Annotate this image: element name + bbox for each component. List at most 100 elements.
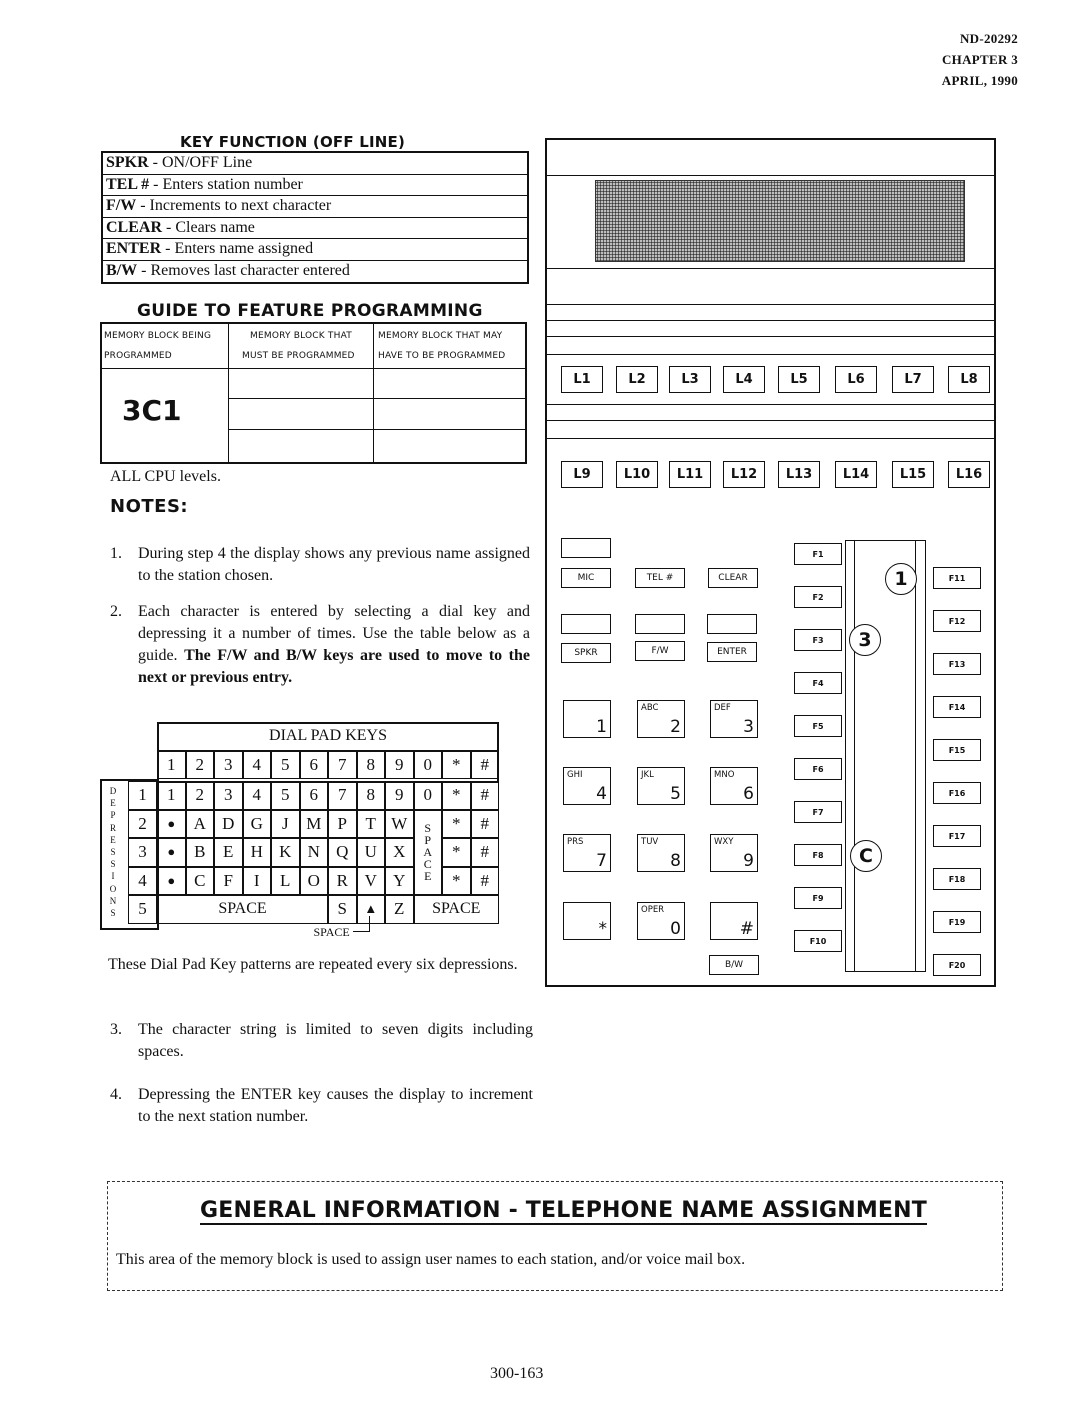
line-key-l4[interactable]: L4 [723, 366, 765, 393]
tel-button[interactable]: TEL # [635, 568, 685, 588]
line-key-l6[interactable]: L6 [835, 366, 877, 393]
line-key-l5[interactable]: L5 [778, 366, 820, 393]
dial-key-letters: PRS [567, 837, 584, 847]
line-key-l16[interactable]: L16 [948, 461, 990, 488]
bw-button[interactable]: B/W [709, 955, 759, 975]
key-function-row: TEL # - Enters station number [103, 175, 527, 197]
function-key-f17[interactable]: F17 [933, 825, 981, 847]
dial-key-letters: WXY [714, 837, 734, 847]
dial-key-header: # [470, 750, 499, 779]
function-key-f1[interactable]: F1 [794, 543, 842, 565]
dial-char-cell: 4 [242, 781, 271, 810]
function-key-f3[interactable]: F3 [794, 629, 842, 651]
dial-key-number: 4 [596, 784, 607, 804]
line-key-l1[interactable]: L1 [561, 366, 603, 393]
enter-button[interactable]: ENTER [707, 642, 757, 662]
spkr-button[interactable]: SPKR [561, 643, 611, 663]
blank-key[interactable] [561, 614, 611, 634]
function-key-f10[interactable]: F10 [794, 930, 842, 952]
function-key-f5[interactable]: F5 [794, 715, 842, 737]
dial-char-cell: E [214, 838, 243, 867]
cpu-levels: ALL CPU levels. [110, 468, 221, 485]
dial-key-8[interactable]: TUV 8 [637, 834, 685, 872]
dial-key-0[interactable]: OPER 0 [637, 902, 685, 940]
function-key-f9[interactable]: F9 [794, 887, 842, 909]
key-description: - Increments to next character [136, 197, 332, 215]
function-key-f4[interactable]: F4 [794, 672, 842, 694]
dial-key-7[interactable]: PRS 7 [563, 834, 611, 872]
guide-col1-line2: PROGRAMMED [104, 351, 172, 361]
function-key-f15[interactable]: F15 [933, 739, 981, 761]
fw-button[interactable]: F/W [635, 641, 685, 661]
dial-key-number: 3 [743, 717, 754, 737]
depression-number: 2 [128, 809, 157, 838]
dial-key-#[interactable]: # [710, 902, 758, 940]
dial-key-header: 7 [328, 750, 357, 779]
line-key-l8[interactable]: L8 [948, 366, 990, 393]
line-key-l9[interactable]: L9 [561, 461, 603, 488]
line-key-l13[interactable]: L13 [778, 461, 820, 488]
function-key-f14[interactable]: F14 [933, 696, 981, 718]
dial-key-header: 4 [242, 750, 271, 779]
note-2: 2. Each character is entered by selectin… [110, 603, 531, 686]
function-key-f8[interactable]: F8 [794, 844, 842, 866]
blank-key[interactable] [561, 538, 611, 558]
dial-char-cell: ● [157, 866, 186, 895]
dial-char-cell: 8 [356, 781, 385, 810]
dial-key-9[interactable]: WXY 9 [710, 834, 758, 872]
note-3: 3. The character string is limited to se… [110, 1021, 533, 1060]
dial-key-3[interactable]: DEF 3 [710, 700, 758, 738]
dial-char-cell: C [185, 866, 214, 895]
clear-button[interactable]: CLEAR [708, 568, 758, 588]
dial-char-cell: 1 [157, 781, 186, 810]
line-key-l3[interactable]: L3 [669, 366, 711, 393]
dial-key-number: 8 [670, 851, 681, 871]
dial-key-header: 5 [271, 750, 300, 779]
general-info-text: This area of the memory block is used to… [116, 1251, 746, 1268]
function-key-f18[interactable]: F18 [933, 868, 981, 890]
function-key-f6[interactable]: F6 [794, 758, 842, 780]
blank-key[interactable] [635, 614, 685, 634]
dial-key-*[interactable]: * [563, 902, 611, 940]
callout-c: C [850, 840, 882, 872]
function-key-f12[interactable]: F12 [933, 610, 981, 632]
key-description: - Clears name [162, 218, 255, 236]
dial-key-letters: MNO [714, 770, 735, 780]
dial-char-cell: W [385, 809, 414, 838]
line-key-l11[interactable]: L11 [669, 461, 711, 488]
line-key-l12[interactable]: L12 [723, 461, 765, 488]
dial-char-cell: F [214, 866, 243, 895]
dial-char-cell: O [299, 866, 328, 895]
function-key-f13[interactable]: F13 [933, 653, 981, 675]
function-key-f19[interactable]: F19 [933, 911, 981, 933]
function-key-f2[interactable]: F2 [794, 586, 842, 608]
dial-char-cell: T [356, 809, 385, 838]
guide-col1-line1: MEMORY BLOCK BEING [104, 331, 212, 341]
line-key-l7[interactable]: L7 [892, 366, 934, 393]
key-function-row: F/W - Increments to next character [103, 196, 527, 218]
guide-col2-line2: MUST BE PROGRAMMED [242, 351, 355, 361]
dial-key-1[interactable]: 1 [563, 700, 611, 738]
line-key-l15[interactable]: L15 [892, 461, 934, 488]
function-key-f7[interactable]: F7 [794, 801, 842, 823]
function-key-f20[interactable]: F20 [933, 954, 981, 976]
dial-key-2[interactable]: ABC 2 [637, 700, 685, 738]
function-key-f16[interactable]: F16 [933, 782, 981, 804]
dial-table-title: DIAL PAD KEYS [157, 722, 499, 751]
function-key-f11[interactable]: F11 [933, 567, 981, 589]
line-key-l10[interactable]: L10 [616, 461, 658, 488]
key-name: TEL # [106, 175, 150, 193]
dial-key-6[interactable]: MNO 6 [710, 767, 758, 805]
dial-char-cell: Q [328, 838, 357, 867]
dial-key-header: 6 [299, 750, 328, 779]
dial-key-4[interactable]: GHI 4 [563, 767, 611, 805]
page-number: 300-163 [490, 1365, 544, 1382]
line-key-l14[interactable]: L14 [835, 461, 877, 488]
dial-key-5[interactable]: JKL 5 [637, 767, 685, 805]
dial-key-number: 6 [743, 784, 754, 804]
blank-key[interactable] [707, 614, 757, 634]
mic-button[interactable]: MIC [561, 568, 611, 588]
dial-key-header: 0 [413, 750, 442, 779]
dial-char-cell: # [470, 866, 499, 895]
line-key-l2[interactable]: L2 [616, 366, 658, 393]
